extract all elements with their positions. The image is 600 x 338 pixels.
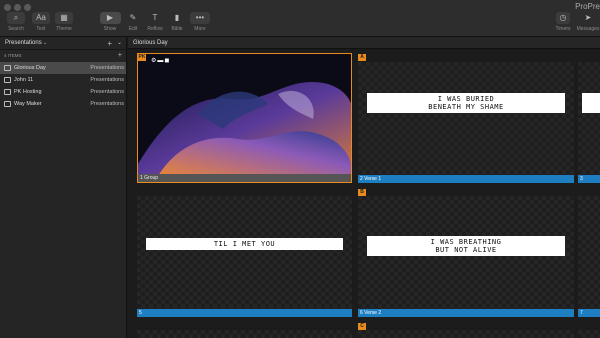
bible-icon: ▮ (174, 13, 180, 22)
slide-label: 3 (578, 175, 600, 183)
slide-thumbnail (358, 330, 574, 338)
slide-lyric: I WAS BURIED BENEATH MY SHAME (366, 93, 566, 113)
slide-7[interactable]: 7 (578, 196, 600, 317)
minimize-window-button[interactable] (14, 4, 21, 11)
document-icon (4, 65, 11, 71)
show-button[interactable]: ▶ Show (99, 12, 121, 36)
item-count: 4 ITEMS + (0, 50, 126, 62)
slide-6[interactable]: I WAS BREATHING BUT NOT ALIVE 6 Verse 2 (358, 196, 574, 317)
presentations-dropdown[interactable]: Presentations ⌄ + ⌄ (0, 37, 126, 50)
more-button[interactable]: ••• More (189, 12, 211, 36)
slide-thumbnail: I WAS BURIED BENEATH MY SHAME (358, 62, 574, 175)
play-icon: ▶ (99, 12, 121, 24)
slide-5[interactable]: TIL I MET YOU 5 (137, 196, 352, 317)
reflow-icon: T (152, 13, 158, 22)
add-icon[interactable]: + (107, 37, 112, 50)
close-window-button[interactable] (4, 4, 11, 11)
document-title: Glorious Day (128, 37, 600, 49)
zoom-window-button[interactable] (24, 4, 31, 11)
group-badge-c: C (358, 323, 366, 330)
messages-icon: ➤ (584, 13, 592, 22)
slide-label: 7 (578, 309, 600, 317)
search-icon: ⌕ (7, 12, 25, 24)
group-badge-a: A (358, 54, 366, 61)
theme-icon: ▦ (55, 12, 73, 24)
group-badge-b: B (358, 189, 366, 196)
reflow-button[interactable]: T Reflow (145, 12, 165, 36)
document-icon (4, 89, 11, 95)
theme-button[interactable]: ▦ Theme (54, 12, 74, 36)
text-button[interactable]: Aa Text (31, 12, 51, 36)
slide-thumbnail: TIL I MET YOU (137, 196, 352, 309)
sidebar-item-john-11[interactable]: John 11 Presentations (0, 74, 126, 86)
slide-lyric (582, 93, 600, 113)
slide-thumbnail (137, 330, 352, 338)
sidebar-item-glorious-day[interactable]: Glorious Day Presentations (0, 62, 126, 74)
slide-2[interactable]: I WAS BURIED BENEATH MY SHAME 2 Verse 1 (358, 62, 574, 183)
edit-icon: ✎ (129, 13, 137, 22)
slide-thumbnail (578, 196, 600, 309)
slide-1[interactable]: ⚙▬◼ PK 1 Group (137, 53, 352, 183)
slide-lyric: TIL I MET YOU (145, 238, 344, 250)
slide-label: 1 Group (138, 174, 351, 182)
slide-thumbnail (578, 330, 600, 338)
add-item-icon[interactable]: + (118, 50, 122, 62)
bible-button[interactable]: ▮ Bible (167, 12, 187, 36)
chevron-down-icon[interactable]: ⌄ (117, 37, 122, 50)
slide-thumbnail: I WAS BREATHING BUT NOT ALIVE (358, 196, 574, 309)
sidebar: Presentations ⌄ + ⌄ 4 ITEMS + Glorious D… (0, 37, 127, 338)
more-icon: ••• (190, 12, 210, 24)
library-title: Presentations (5, 40, 42, 46)
abstract-background-image (138, 54, 351, 174)
messages-button[interactable]: ➤ Messages (576, 12, 600, 36)
timers-button[interactable]: ◷ Timers (552, 12, 574, 36)
slide-10[interactable] (358, 330, 574, 338)
toolbar: ProPre ⌕ Search Aa Text ▦ Theme ▶ Show ✎… (0, 0, 600, 37)
slide-lyric: I WAS BREATHING BUT NOT ALIVE (366, 236, 566, 256)
timer-icon: ◷ (556, 12, 570, 24)
edit-button[interactable]: ✎ Edit (123, 12, 143, 36)
app-title: ProPre (575, 2, 600, 11)
slide-11[interactable] (578, 330, 600, 338)
slide-9[interactable] (137, 330, 352, 338)
sidebar-item-way-maker[interactable]: Way Maker Presentations (0, 98, 126, 110)
slide-label: 2 Verse 1 (358, 175, 574, 183)
slide-grid: ⚙▬◼ PK 1 Group I WAS BURIED BENEATH MY S… (128, 50, 600, 338)
slide-thumbnail (578, 62, 600, 175)
cover-badge: PK (138, 54, 146, 61)
slide-thumbnail: ⚙▬◼ (138, 54, 351, 174)
slide-label: 6 Verse 2 (358, 309, 574, 317)
document-icon (4, 101, 11, 107)
search-button[interactable]: ⌕ Search (6, 12, 26, 36)
sidebar-item-pk-hosting[interactable]: PK Hosting Presentations (0, 86, 126, 98)
text-icon: Aa (32, 12, 50, 24)
slide-icons: ⚙▬◼ (151, 58, 171, 64)
slide-label: 5 (137, 309, 352, 317)
slide-3[interactable]: 3 (578, 62, 600, 183)
document-icon (4, 77, 11, 83)
